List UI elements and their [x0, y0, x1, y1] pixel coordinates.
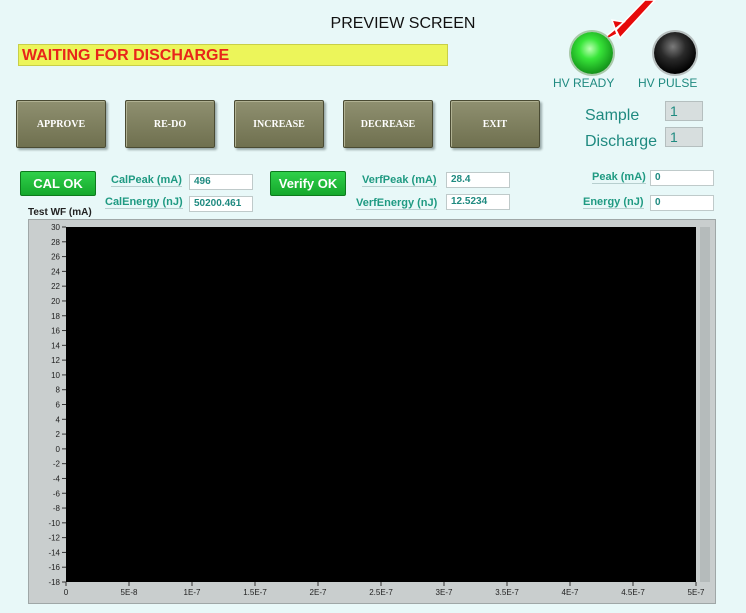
y-tick-label: 0 — [56, 445, 61, 454]
y-tick-label: -4 — [53, 474, 61, 483]
redo-button[interactable]: RE-DO — [125, 100, 215, 148]
cal-peak-value: 496 — [189, 174, 253, 190]
y-tick-label: -16 — [48, 563, 60, 572]
y-tick-label: -2 — [53, 460, 61, 469]
peak-value: 0 — [650, 170, 714, 186]
chart-title: Test WF (mA) — [28, 207, 92, 218]
peak-label: Peak (mA) — [592, 171, 646, 184]
cal-energy-label: CalEnergy (nJ) — [105, 196, 183, 209]
cal-peak-label: CalPeak (mA) — [111, 174, 182, 187]
verf-peak-value: 28.4 — [446, 172, 510, 188]
y-tick-label: 4 — [56, 415, 61, 424]
y-tick-label: -10 — [48, 519, 60, 528]
y-tick-label: 2 — [56, 430, 61, 439]
y-tick-label: 22 — [51, 282, 60, 291]
cal-energy-value: 50200.461 — [189, 196, 253, 212]
y-tick-label: 20 — [51, 297, 60, 306]
x-tick-label: 0 — [64, 588, 69, 597]
y-tick-label: 6 — [56, 401, 61, 410]
y-tick-label: 10 — [51, 371, 60, 380]
x-tick-label: 2.5E-7 — [369, 588, 393, 597]
y-tick-label: -12 — [48, 534, 60, 543]
verf-energy-label: VerfEnergy (nJ) — [356, 197, 438, 210]
x-tick-label: 3E-7 — [436, 588, 453, 597]
x-tick-label: 4E-7 — [562, 588, 579, 597]
approve-button[interactable]: APPROVE — [16, 100, 106, 148]
cal-ok-indicator: CAL OK — [20, 171, 96, 196]
x-tick-label: 3.5E-7 — [495, 588, 519, 597]
y-tick-label: 30 — [51, 223, 60, 232]
y-tick-label: 18 — [51, 312, 60, 321]
x-tick-label: 4.5E-7 — [621, 588, 645, 597]
y-tick-label: 28 — [51, 238, 60, 247]
y-tick-label: 16 — [51, 327, 60, 336]
x-tick-label: 1.5E-7 — [243, 588, 267, 597]
verify-ok-indicator: Verify OK — [270, 171, 346, 196]
discharge-value: 1 — [665, 127, 703, 147]
plot-area — [66, 227, 696, 582]
y-tick-label: -18 — [48, 578, 60, 587]
x-tick-label: 5E-7 — [688, 588, 705, 597]
y-tick-label: -14 — [48, 548, 60, 557]
increase-button[interactable]: INCREASE — [234, 100, 324, 148]
discharge-label: Discharge — [585, 133, 658, 150]
y-tick-label: -8 — [53, 504, 61, 513]
hv-pulse-label: HV PULSE — [638, 76, 698, 90]
y-tick-label: 8 — [56, 386, 61, 395]
plot-right-edge — [700, 227, 710, 582]
sample-label: Sample — [585, 107, 640, 124]
x-tick-label: 1E-7 — [184, 588, 201, 597]
y-tick-label: -6 — [53, 489, 61, 498]
hv-ready-label: HV READY — [553, 76, 615, 90]
hv-pulse-indicator — [654, 32, 696, 74]
exit-button[interactable]: EXIT — [450, 100, 540, 148]
verf-energy-value: 12.5234 — [446, 194, 510, 210]
x-tick-label: 2E-7 — [310, 588, 327, 597]
decrease-button[interactable]: DECREASE — [343, 100, 433, 148]
y-tick-label: 14 — [51, 341, 60, 350]
status-message: WAITING FOR DISCHARGE — [18, 44, 448, 66]
y-tick-label: 24 — [51, 267, 60, 276]
y-tick-label: 12 — [51, 356, 60, 365]
y-tick-label: 26 — [51, 253, 60, 262]
energy-label: Energy (nJ) — [583, 196, 644, 209]
hv-ready-indicator — [571, 32, 613, 74]
verf-peak-label: VerfPeak (mA) — [362, 174, 437, 187]
energy-value: 0 — [650, 195, 714, 211]
sample-value: 1 — [665, 101, 703, 121]
x-tick-label: 5E-8 — [121, 588, 138, 597]
waveform-graph[interactable]: 302826242220181614121086420-2-4-6-8-10-1… — [28, 219, 716, 604]
